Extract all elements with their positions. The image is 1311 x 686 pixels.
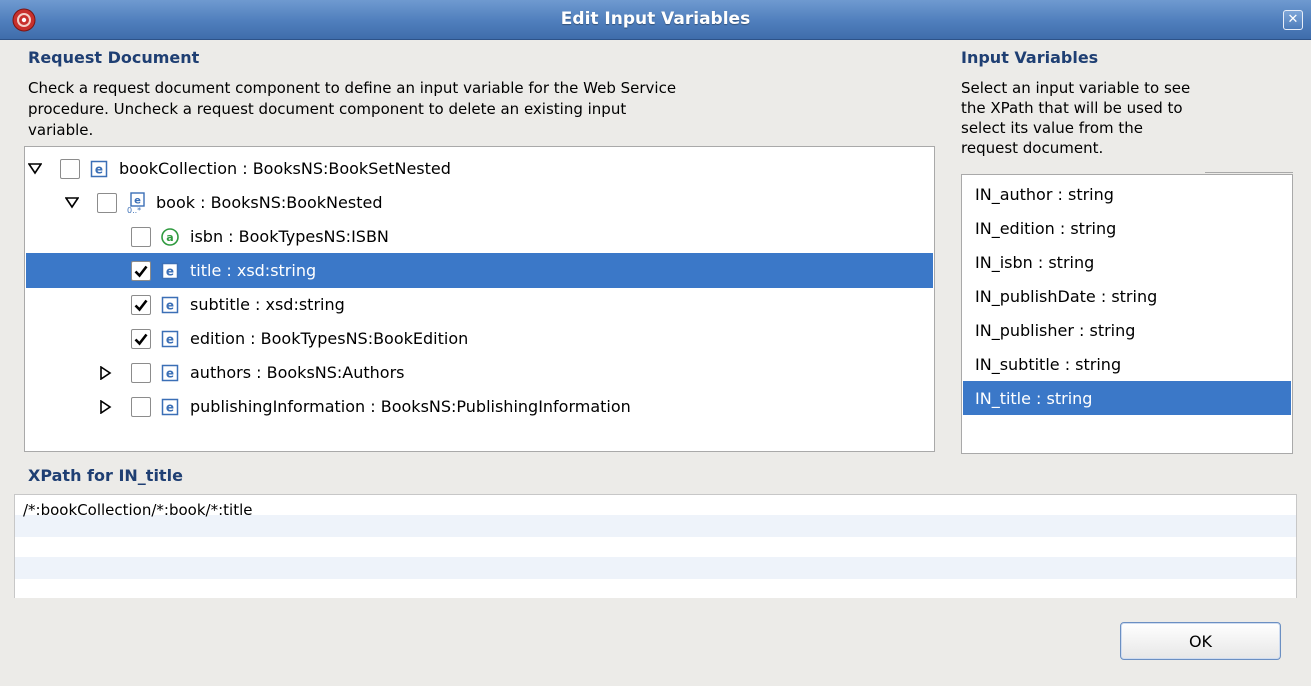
svg-text:e: e bbox=[166, 366, 174, 380]
ok-button[interactable]: OK bbox=[1120, 622, 1281, 660]
svg-text:e: e bbox=[166, 332, 174, 346]
check-icon bbox=[134, 299, 148, 311]
request-document-header: Request Document bbox=[28, 48, 200, 67]
tree-row-isbn[interactable]: a isbn : BookTypesNS:ISBN bbox=[26, 219, 933, 254]
description-line: variable. bbox=[28, 121, 94, 139]
tree-node-label: authors : BooksNS:Authors bbox=[190, 363, 405, 382]
checkbox[interactable] bbox=[97, 192, 117, 213]
description-line: request document. bbox=[961, 139, 1104, 157]
repeating-element-icon: e 0..* bbox=[126, 191, 146, 214]
list-item[interactable]: IN_author : string bbox=[963, 177, 1291, 211]
expand-toggle-icon[interactable] bbox=[63, 194, 81, 212]
list-item[interactable]: IN_subtitle : string bbox=[963, 347, 1291, 381]
tree-row-subtitle[interactable]: e subtitle : xsd:string bbox=[26, 287, 933, 322]
svg-text:e: e bbox=[95, 162, 103, 176]
svg-text:e: e bbox=[134, 195, 141, 206]
svg-text:e: e bbox=[166, 298, 174, 312]
tree-node-label: edition : BookTypesNS:BookEdition bbox=[190, 329, 469, 348]
checkbox[interactable] bbox=[131, 396, 151, 417]
expand-toggle-icon[interactable] bbox=[97, 398, 115, 416]
request-document-tree[interactable]: e bookCollection : BooksNS:BookSetNested… bbox=[24, 146, 935, 452]
xpath-header: XPath for IN_title bbox=[28, 466, 183, 485]
check-icon bbox=[134, 333, 148, 345]
tree-row-authors[interactable]: e authors : BooksNS:Authors bbox=[26, 355, 933, 390]
list-item[interactable]: IN_publisher : string bbox=[963, 313, 1291, 347]
title-bar: Edit Input Variables ✕ bbox=[0, 0, 1311, 40]
svg-text:e: e bbox=[166, 400, 174, 414]
list-item[interactable]: IN_publishDate : string bbox=[963, 279, 1291, 313]
checkbox[interactable] bbox=[131, 294, 151, 315]
list-item-selected[interactable]: IN_title : string bbox=[963, 381, 1291, 415]
svg-text:a: a bbox=[166, 231, 173, 244]
list-item[interactable]: IN_edition : string bbox=[963, 211, 1291, 245]
checkbox[interactable] bbox=[131, 260, 151, 281]
element-icon: e bbox=[160, 295, 180, 315]
expand-toggle-icon[interactable] bbox=[97, 364, 115, 382]
element-icon: e bbox=[160, 397, 180, 417]
description-line: the XPath that will be used to bbox=[961, 99, 1183, 117]
xpath-value: /*:bookCollection/*:book/*:title bbox=[23, 501, 253, 519]
description-line: Select an input variable to see bbox=[961, 79, 1191, 97]
tree-row-title[interactable]: e title : xsd:string bbox=[26, 253, 933, 288]
tree-node-label: bookCollection : BooksNS:BookSetNested bbox=[119, 159, 451, 178]
divider bbox=[1205, 172, 1293, 173]
checkbox[interactable] bbox=[131, 226, 151, 247]
tree-node-label: isbn : BookTypesNS:ISBN bbox=[190, 227, 389, 246]
tree-node-label: book : BooksNS:BookNested bbox=[156, 193, 383, 212]
element-icon: e bbox=[160, 363, 180, 383]
tree-row-book[interactable]: e 0..* book : BooksNS:BookNested bbox=[26, 185, 933, 220]
description-line: select its value from the bbox=[961, 119, 1143, 137]
attribute-icon: a bbox=[160, 227, 180, 247]
tree-row-edition[interactable]: e edition : BookTypesNS:BookEdition bbox=[26, 321, 933, 356]
window-title: Edit Input Variables bbox=[560, 9, 751, 29]
input-variables-list[interactable]: IN_author : string IN_edition : string I… bbox=[961, 174, 1293, 454]
tree-row-bookcollection[interactable]: e bookCollection : BooksNS:BookSetNested bbox=[26, 151, 933, 186]
expand-toggle-icon[interactable] bbox=[26, 160, 44, 178]
list-item[interactable]: IN_isbn : string bbox=[963, 245, 1291, 279]
element-icon: e bbox=[160, 329, 180, 349]
tree-row-publishinginformation[interactable]: e publishingInformation : BooksNS:Publis… bbox=[26, 389, 933, 424]
svg-text:0..*: 0..* bbox=[127, 206, 141, 214]
checkbox[interactable] bbox=[131, 362, 151, 383]
tree-node-label: publishingInformation : BooksNS:Publishi… bbox=[190, 397, 631, 416]
tree-node-label: subtitle : xsd:string bbox=[190, 295, 345, 314]
description-line: Check a request document component to de… bbox=[28, 79, 677, 97]
xpath-text-area[interactable]: /*:bookCollection/*:book/*:title bbox=[14, 494, 1297, 598]
checkbox[interactable] bbox=[131, 328, 151, 349]
close-icon[interactable]: ✕ bbox=[1283, 10, 1303, 30]
element-icon: e bbox=[160, 261, 180, 281]
request-document-description: Check a request document component to de… bbox=[28, 78, 928, 141]
input-variables-description: Select an input variable to see the XPat… bbox=[961, 78, 1291, 158]
element-icon: e bbox=[89, 159, 109, 179]
checkbox[interactable] bbox=[60, 158, 80, 179]
tree-node-label: title : xsd:string bbox=[190, 261, 317, 280]
input-variables-header: Input Variables bbox=[961, 48, 1099, 67]
svg-text:e: e bbox=[166, 264, 174, 278]
check-icon bbox=[134, 265, 148, 277]
description-line: procedure. Uncheck a request document co… bbox=[28, 100, 627, 118]
